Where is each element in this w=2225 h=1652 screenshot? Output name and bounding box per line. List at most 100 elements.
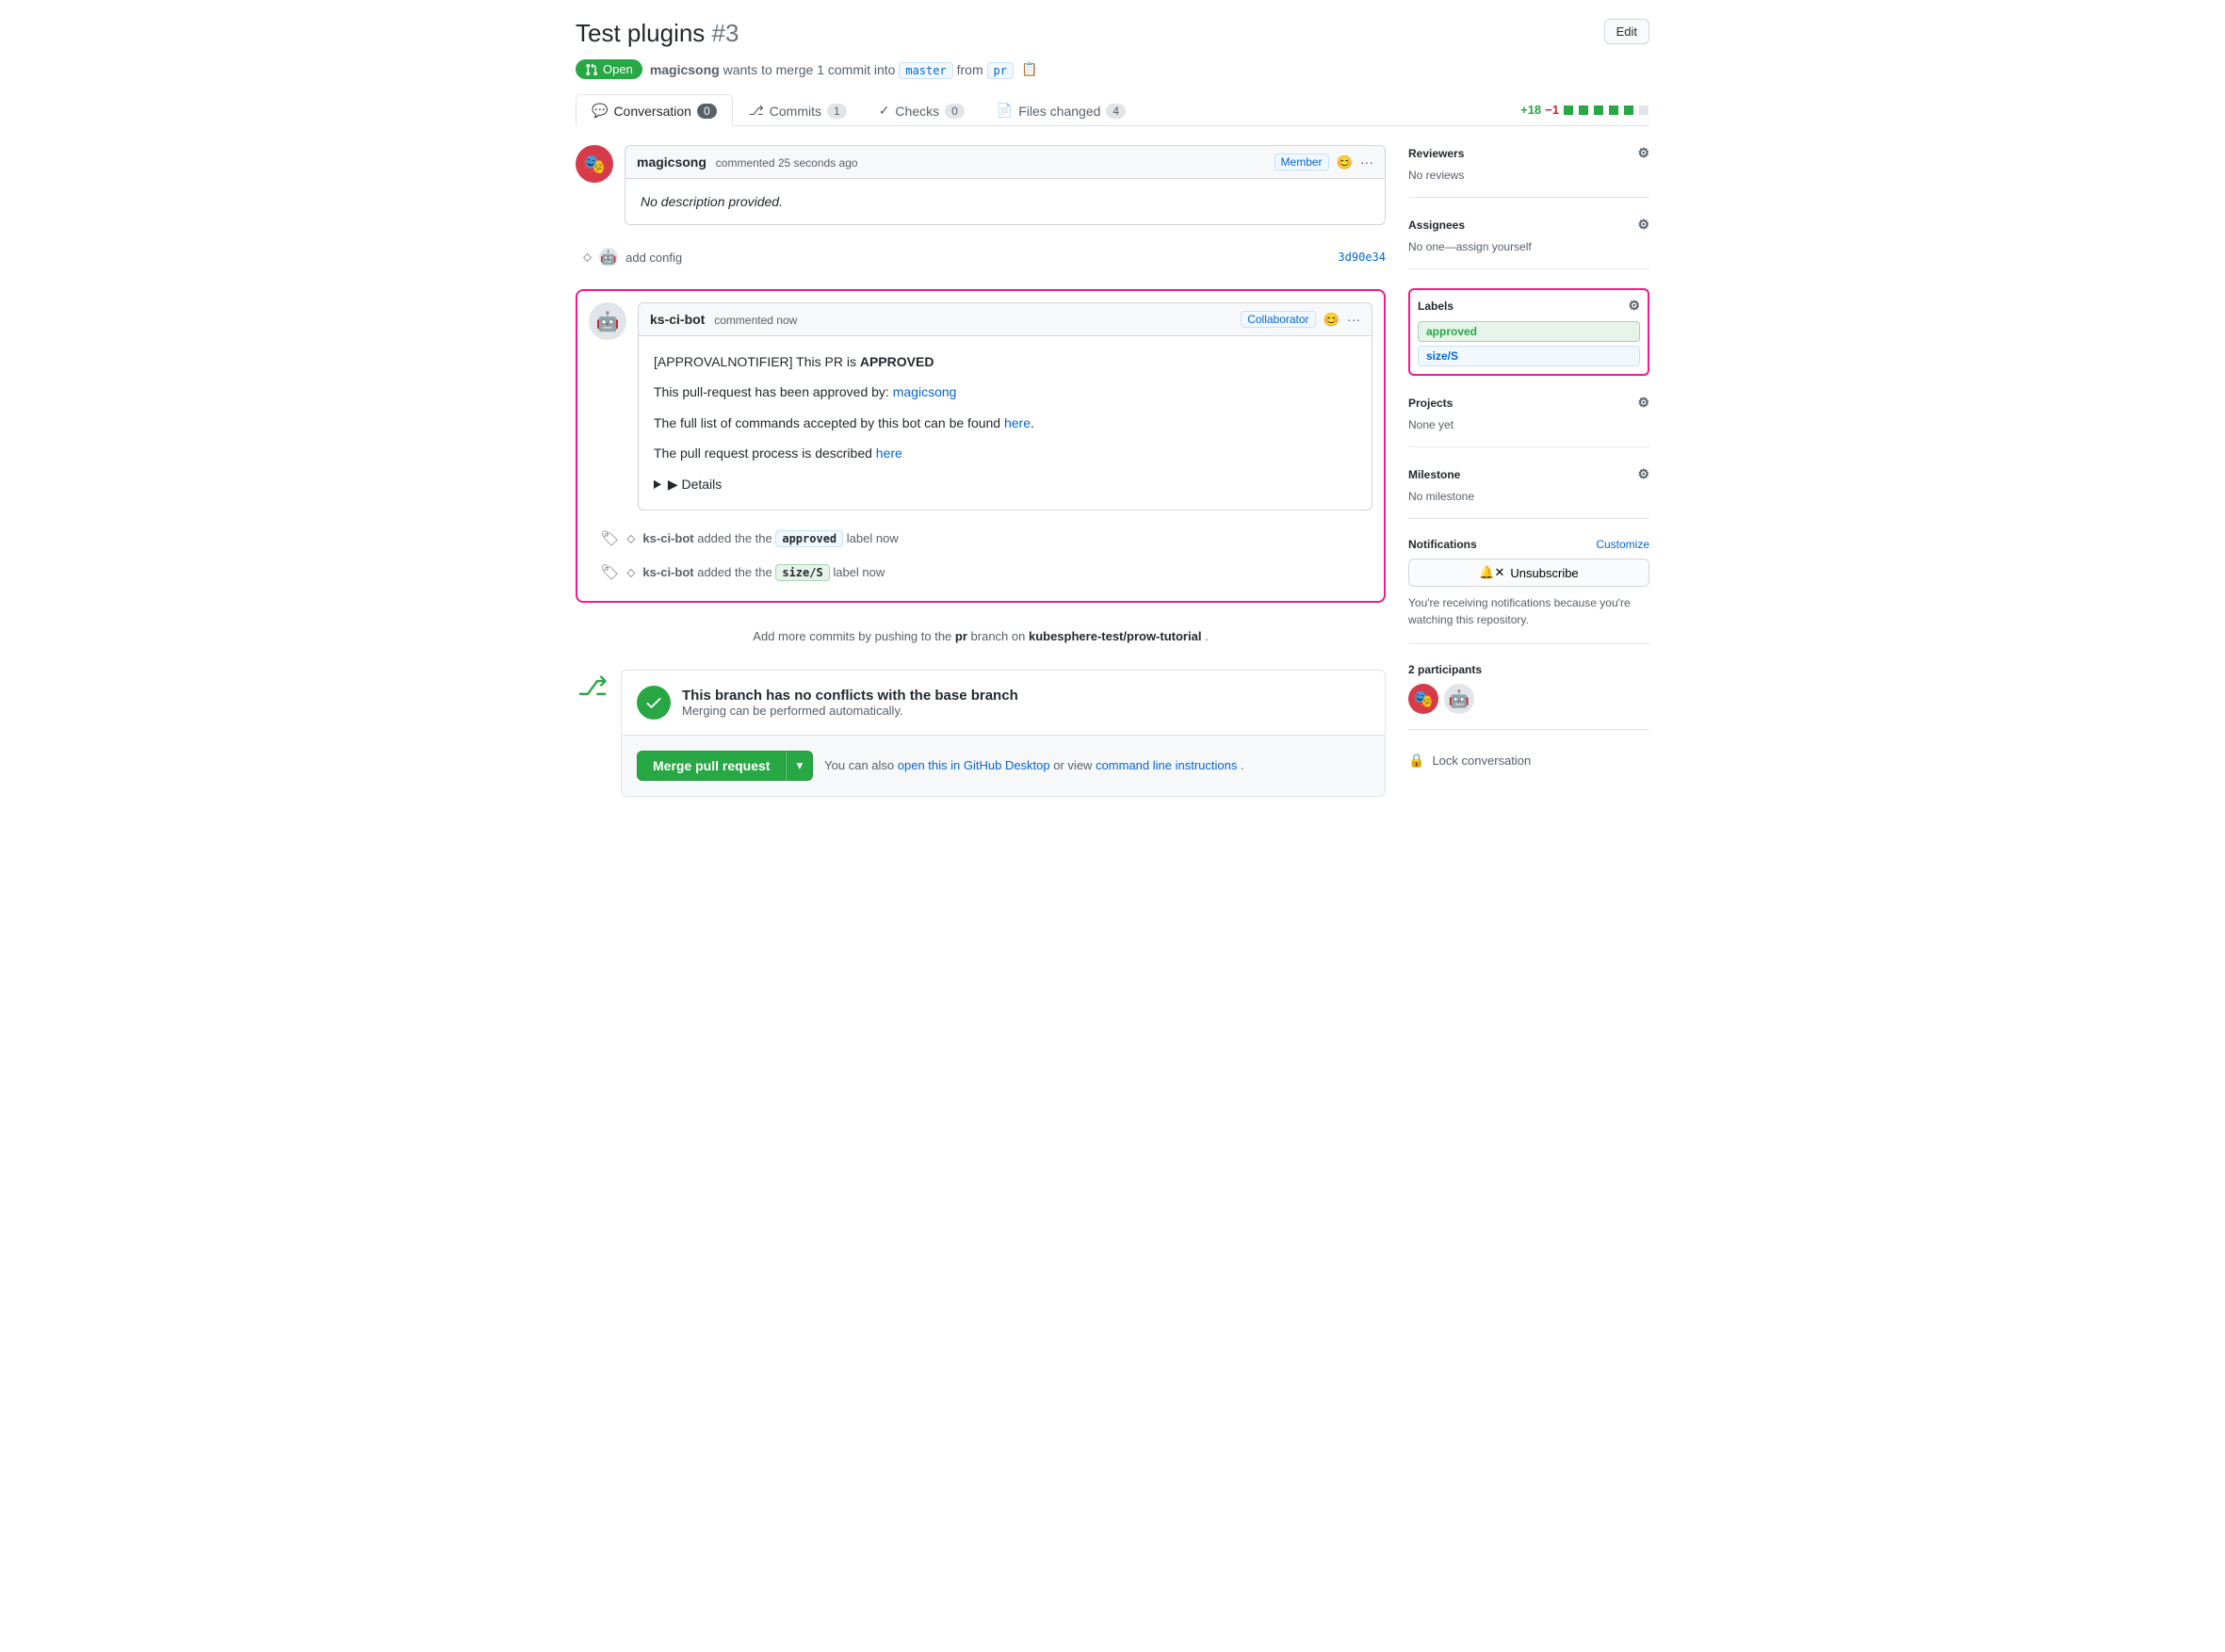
milestone-title: Milestone ⚙ [1408, 466, 1649, 482]
unsubscribe-label: Unsubscribe [1510, 566, 1578, 580]
bot-details[interactable]: ▶ Details [654, 474, 1356, 494]
merge-header: This branch has no conflicts with the ba… [622, 671, 1385, 736]
commit-message: add config [625, 251, 682, 265]
bot-comment-box: ks-ci-bot commented now Collaborator 😊 ·… [638, 302, 1372, 510]
label-list: approved size/S [1418, 321, 1640, 366]
tab-commits-count: 1 [827, 104, 847, 119]
projects-title: Projects ⚙ [1408, 395, 1649, 411]
sidebar-labels: Labels ⚙ approved size/S [1408, 288, 1649, 376]
reviewers-title: Reviewers ⚙ [1408, 145, 1649, 161]
diff-additions: +18 [1520, 103, 1541, 117]
sidebar-projects: Projects ⚙ None yet [1408, 395, 1649, 447]
commit-item: ⬦ 🤖 add config 3d90e34 [576, 240, 1386, 274]
bot-details-summary[interactable]: ▶ Details [654, 474, 1356, 494]
first-comment-avatar: 🎭 [576, 145, 613, 183]
sidebar-milestone: Milestone ⚙ No milestone [1408, 466, 1649, 519]
label-event-approved: 🏷 ⬦ ks-ci-bot added the the approved lab… [589, 522, 1372, 556]
unsubscribe-button[interactable]: 🔔✕ Unsubscribe [1408, 559, 1649, 587]
merge-dropdown-button[interactable]: ▾ [786, 751, 813, 781]
github-desktop-link[interactable]: open this in GitHub Desktop [898, 758, 1050, 772]
merge-text: You can also open this in GitHub Desktop… [824, 758, 1243, 772]
bot-line1: [APPROVALNOTIFIER] This PR is APPROVED [654, 351, 1356, 372]
notifications-title: Notifications [1408, 538, 1477, 551]
bot-avatar: 🤖 [589, 302, 626, 340]
pr-number: #3 [712, 19, 739, 47]
base-branch[interactable]: master [899, 62, 952, 79]
approved-label-tag: approved [775, 530, 843, 547]
diff-deletions: −1 [1545, 103, 1559, 117]
commit-sha[interactable]: 3d90e34 [1338, 251, 1386, 264]
bot-line2: This pull-request has been approved by: … [654, 381, 1356, 402]
merge-section: This branch has no conflicts with the ba… [621, 670, 1386, 797]
tabs: 💬 Conversation 0 ⎇ Commits 1 ✓ Checks 0 … [576, 94, 1649, 126]
copy-icon[interactable]: 📋 [1021, 61, 1037, 77]
participant-avatar-2: 🤖 [1444, 684, 1474, 714]
notifications-description: You're receiving notifications because y… [1408, 594, 1649, 628]
lock-conversation-button[interactable]: 🔒 Lock conversation [1408, 749, 1649, 772]
first-comment-author: magicsong [637, 154, 706, 170]
bot-comment-meta: ks-ci-bot commented now [650, 312, 797, 327]
sidebar-assignees: Assignees ⚙ No one—assign yourself [1408, 217, 1649, 269]
labels-gear-icon[interactable]: ⚙ [1628, 298, 1640, 314]
bot-comment-time: commented now [714, 314, 797, 327]
tab-conversation[interactable]: 💬 Conversation 0 [576, 94, 733, 126]
open-label: Open [603, 62, 633, 76]
projects-gear-icon[interactable]: ⚙ [1637, 395, 1649, 411]
bot-line4: The pull request process is described he… [654, 443, 1356, 463]
label-size-s: size/S [1418, 346, 1640, 366]
page-title: Test plugins #3 [576, 19, 739, 48]
merge-header-text: This branch has no conflicts with the ba… [682, 688, 1018, 718]
tab-commits[interactable]: ⎇ Commits 1 [733, 94, 863, 126]
tab-commits-label: Commits [770, 104, 821, 119]
cli-link[interactable]: command line instructions [1096, 758, 1237, 772]
emoji-reaction-icon[interactable]: 😊 [1337, 154, 1353, 170]
first-comment-meta: magicsong commented 25 seconds ago [637, 154, 858, 170]
merge-check-icon [637, 686, 671, 720]
merge-pull-request-button[interactable]: Merge pull request [637, 751, 786, 781]
bot-comment-thread: 🤖 ks-ci-bot commented now Collaborator 😊 [589, 302, 1372, 510]
assignees-gear-icon[interactable]: ⚙ [1637, 217, 1649, 233]
reviewers-value: No reviews [1408, 169, 1649, 182]
bot-commands-link[interactable]: here [1004, 415, 1031, 430]
label-tag-icon-2: 🏷 [600, 563, 619, 582]
tab-conversation-label: Conversation [613, 104, 691, 119]
merge-branch-icon: ⎇ [577, 671, 608, 702]
merge-subtitle: Merging can be performed automatically. [682, 704, 1018, 718]
notifications-row: Notifications Customize [1408, 538, 1649, 551]
commit-connector-icon: ⬦ [583, 250, 592, 265]
tab-checks[interactable]: ✓ Checks 0 [863, 94, 981, 126]
merge-git-icon-container: ⎇ [576, 670, 609, 704]
label-tag-icon-1: 🏷 [600, 529, 619, 548]
diff-block-5 [1624, 105, 1633, 115]
bot-emoji-reaction-icon[interactable]: 😊 [1324, 312, 1340, 328]
diff-block-1 [1564, 105, 1573, 115]
bot-process-link[interactable]: here [876, 445, 902, 461]
tab-files-changed[interactable]: 📄 Files changed 4 [981, 94, 1142, 126]
files-icon: 📄 [997, 103, 1013, 119]
head-branch[interactable]: pr [987, 62, 1014, 79]
more-options-icon[interactable]: ··· [1360, 154, 1373, 170]
bot-more-options-icon[interactable]: ··· [1347, 312, 1360, 327]
reviewers-gear-icon[interactable]: ⚙ [1637, 145, 1649, 161]
dropdown-arrow: ▾ [796, 758, 803, 772]
commits-icon: ⎇ [749, 103, 764, 119]
lock-icon: 🔒 [1408, 753, 1424, 769]
conversation-area: 🎭 magicsong commented 25 seconds ago Mem… [576, 145, 1386, 812]
pr-subtitle: Open magicsong wants to merge 1 commit i… [576, 59, 1649, 79]
edit-button[interactable]: Edit [1604, 19, 1649, 44]
participants-title: 2 participants [1408, 663, 1649, 676]
bot-author-link[interactable]: magicsong [893, 384, 957, 399]
tab-checks-count: 0 [945, 104, 965, 119]
milestone-gear-icon[interactable]: ⚙ [1637, 466, 1649, 482]
first-comment-box: magicsong commented 25 seconds ago Membe… [625, 145, 1386, 225]
commit-note: Add more commits by pushing to the pr br… [576, 618, 1386, 655]
label-events: 🏷 ⬦ ks-ci-bot added the the approved lab… [589, 522, 1372, 590]
label-approved: approved [1418, 321, 1640, 342]
first-comment-time: commented 25 seconds ago [716, 156, 858, 170]
sidebar-notifications: Notifications Customize 🔔✕ Unsubscribe Y… [1408, 538, 1649, 644]
customize-link[interactable]: Customize [1596, 538, 1649, 551]
tab-checks-label: Checks [895, 104, 939, 119]
sidebar-lock: 🔒 Lock conversation [1408, 749, 1649, 787]
checks-icon: ✓ [879, 103, 890, 119]
diff-stats: +18 −1 [1520, 94, 1649, 125]
